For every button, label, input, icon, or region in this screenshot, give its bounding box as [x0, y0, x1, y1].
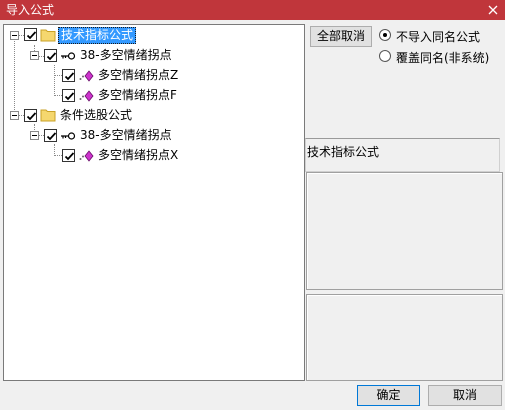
formula-leaf-icon [78, 70, 94, 85]
tree-formula-node[interactable]: 38-多空情绪拐点 [4, 127, 304, 144]
key-icon [60, 130, 76, 144]
folder-icon [40, 28, 56, 45]
formula-type-label: 技术指标公式 [307, 145, 380, 159]
collapse-icon[interactable] [10, 111, 19, 120]
formula-tree[interactable]: 技术指标公式 38-多空情绪拐点 多空情绪拐点Z 多空情绪拐点F 条件选股公式 … [3, 24, 305, 381]
collapse-icon[interactable] [10, 31, 19, 40]
leaf-checkbox[interactable] [62, 69, 75, 82]
tree-leaf-node[interactable]: 多空情绪拐点F [4, 87, 304, 104]
ok-button[interactable]: 确定 [357, 385, 420, 406]
close-icon[interactable] [485, 2, 501, 18]
tree-leaf-node[interactable]: 多空情绪拐点Z [4, 67, 304, 84]
radio-no-import-label[interactable]: 不导入同名公式 [396, 28, 480, 45]
radio-overwrite-label[interactable]: 覆盖同名(非系统) [396, 49, 489, 66]
formula-checkbox[interactable] [44, 49, 57, 62]
leaf-checkbox[interactable] [62, 149, 75, 162]
key-icon [60, 50, 76, 64]
leaf-label[interactable]: 多空情绪拐点Z [96, 68, 180, 83]
group-label[interactable]: 条件选股公式 [58, 108, 134, 123]
tree-group-node[interactable]: 技术指标公式 [4, 27, 304, 44]
formula-leaf-icon [78, 90, 94, 105]
formula-params-panel [306, 294, 503, 381]
leaf-label[interactable]: 多空情绪拐点X [96, 148, 180, 163]
folder-icon [40, 108, 56, 125]
tree-group-node[interactable]: 条件选股公式 [4, 107, 304, 124]
deselect-all-button[interactable]: 全部取消 [310, 26, 372, 47]
window-title: 导入公式 [6, 3, 55, 17]
group-checkbox[interactable] [24, 28, 37, 41]
leaf-label[interactable]: 多空情绪拐点F [96, 88, 179, 103]
formula-type-box: 技术指标公式 [305, 138, 500, 172]
title-bar: 导入公式 [0, 0, 505, 20]
formula-label[interactable]: 38-多空情绪拐点 [78, 128, 174, 143]
formula-leaf-icon [78, 150, 94, 165]
leaf-checkbox[interactable] [62, 89, 75, 102]
group-checkbox[interactable] [24, 109, 37, 122]
formula-checkbox[interactable] [44, 129, 57, 142]
collapse-icon[interactable] [30, 51, 39, 60]
tree-leaf-node[interactable]: 多空情绪拐点X [4, 147, 304, 164]
tree-formula-node[interactable]: 38-多空情绪拐点 [4, 47, 304, 64]
formula-description-panel [306, 172, 503, 290]
radio-overwrite[interactable] [379, 50, 391, 62]
formula-label[interactable]: 38-多空情绪拐点 [78, 48, 174, 63]
collapse-icon[interactable] [30, 131, 39, 140]
radio-selected-dot [383, 33, 387, 37]
group-label[interactable]: 技术指标公式 [58, 27, 137, 44]
cancel-button[interactable]: 取消 [428, 385, 502, 406]
radio-no-import[interactable] [379, 29, 391, 41]
